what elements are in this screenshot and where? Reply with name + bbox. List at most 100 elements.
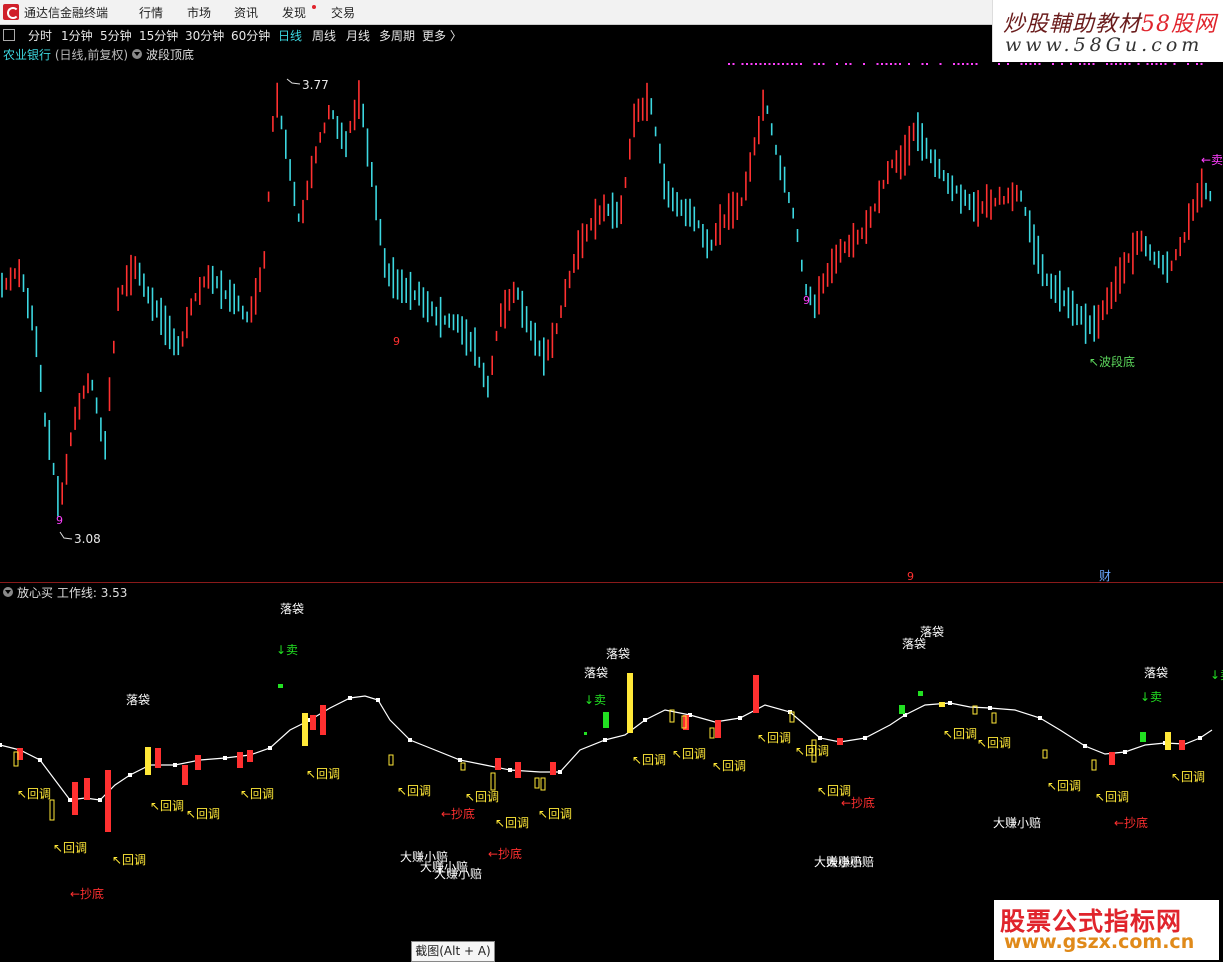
signal-bar <box>310 715 316 730</box>
work-line-node <box>818 736 822 740</box>
signal-dot <box>755 63 757 65</box>
hollow-candle <box>991 712 997 724</box>
low-price-label: 3.08 <box>74 532 101 546</box>
signal-bar <box>939 702 945 707</box>
signal-dot <box>728 63 730 65</box>
signal-dot <box>732 63 735 65</box>
signal-dot <box>1092 63 1095 65</box>
signal-dot <box>1038 63 1041 65</box>
pullback-label: ↖回调 <box>632 753 666 767</box>
signal-bar <box>182 765 188 785</box>
sell-signal-label: ↓卖 <box>1210 668 1223 682</box>
signal-dot <box>1151 63 1153 65</box>
work-line-node <box>0 743 2 747</box>
signal-dot <box>777 63 780 65</box>
pullback-label: ↖回调 <box>397 784 431 798</box>
signal-dot <box>1052 63 1054 65</box>
signal-dot <box>1128 63 1131 65</box>
signal-bar <box>495 758 501 770</box>
signal-dot <box>953 63 955 65</box>
work-line-node <box>348 696 352 700</box>
signal-dot <box>899 63 901 65</box>
work-line-node <box>173 763 177 767</box>
finance-marker: 财 <box>1099 569 1111 583</box>
pullback-label: ↖回调 <box>1095 790 1129 804</box>
signal-bar <box>1179 740 1185 750</box>
signal-dot <box>1106 63 1108 65</box>
signal-dot <box>890 63 892 65</box>
work-line-node <box>38 758 42 762</box>
pullback-label: ↖回调 <box>712 759 746 773</box>
work-line-node <box>1083 744 1087 748</box>
pullback-label: ↖回调 <box>943 727 977 741</box>
signal-dot <box>926 63 928 65</box>
work-line-node <box>1038 716 1042 720</box>
signal-bar <box>550 762 556 775</box>
hollow-candle <box>490 772 496 791</box>
signal-dot <box>1061 63 1063 65</box>
signal-bar <box>237 752 243 768</box>
high-price-pointer <box>286 78 301 85</box>
signal-dot <box>1196 63 1198 65</box>
signal-dot <box>894 63 897 65</box>
signal-dot <box>1187 63 1189 65</box>
signal-bar <box>918 691 923 696</box>
signal-dot <box>849 63 852 65</box>
signal-dot <box>1070 63 1072 65</box>
pullback-label: ↖回调 <box>17 787 51 801</box>
signal-bar <box>515 762 521 778</box>
work-line-node <box>223 756 227 760</box>
work-line-node <box>98 798 102 802</box>
signal-dot <box>1124 63 1126 65</box>
signal-dot <box>759 63 762 65</box>
watermark-58gu: 炒股輔助教材58股网 www.58Gu.com <box>992 0 1223 62</box>
work-line-node <box>948 701 952 705</box>
work-line-node <box>558 770 562 774</box>
work-line-node <box>988 706 992 710</box>
signal-dot <box>939 63 942 65</box>
work-line-node <box>68 798 72 802</box>
watermark-gszx: 股票公式指标网 www.gszx.com.cn <box>994 900 1219 960</box>
signal-dot <box>1025 63 1027 65</box>
pullback-label: ↖回调 <box>465 790 499 804</box>
signal-dot <box>836 63 838 65</box>
bottom-fishing-label: ←抄底 <box>488 846 522 861</box>
signal-dot <box>822 63 825 65</box>
screenshot-tooltip: 截图(Alt + A) <box>411 941 495 962</box>
signal-dot <box>750 63 753 65</box>
signal-dot <box>1079 63 1081 65</box>
take-profit-label: 落袋 <box>280 602 304 616</box>
pullback-label: ↖回调 <box>150 799 184 813</box>
signal-bar <box>247 750 253 762</box>
signal-dot <box>1083 63 1086 65</box>
sell-signal-label: ↓卖 <box>276 643 298 657</box>
kline-chart[interactable]: 3.773.089999 财←卖↖波段底落袋落袋落袋落袋落袋落袋落袋↓卖↓卖 ↓卖↓… <box>0 0 1223 962</box>
signal-bar <box>84 778 90 800</box>
signal-dot <box>1173 63 1176 65</box>
take-profit-label: 落袋 <box>606 647 630 661</box>
signal-dot <box>773 63 775 65</box>
signal-dot <box>791 63 793 65</box>
signal-bar <box>105 770 111 832</box>
signal-bar <box>155 748 161 768</box>
signal-dot <box>795 63 798 65</box>
pullback-label: ↖回调 <box>1171 770 1205 784</box>
sell-signal-label: ↓卖 <box>1140 690 1162 704</box>
hollow-candle <box>1091 759 1097 771</box>
bottom-fishing-label: ←抄底 <box>841 795 875 810</box>
signal-dot <box>786 63 789 65</box>
pullback-label: ↖回调 <box>112 853 146 867</box>
signal-dot <box>1020 63 1023 65</box>
nine-count-marker: 9 <box>907 570 914 583</box>
signal-bar <box>603 712 609 728</box>
signal-dot <box>845 63 847 65</box>
signal-bar <box>584 732 587 735</box>
high-price-label: 3.77 <box>302 78 329 92</box>
signal-dot <box>1088 63 1090 65</box>
signal-dot <box>998 63 1000 65</box>
signal-dot <box>800 63 802 65</box>
watermark-58gu-url: www.58Gu.com <box>1005 34 1204 56</box>
work-line-node <box>458 758 462 762</box>
pullback-label: ↖回调 <box>240 787 274 801</box>
pullback-label: ↖回调 <box>795 744 829 758</box>
